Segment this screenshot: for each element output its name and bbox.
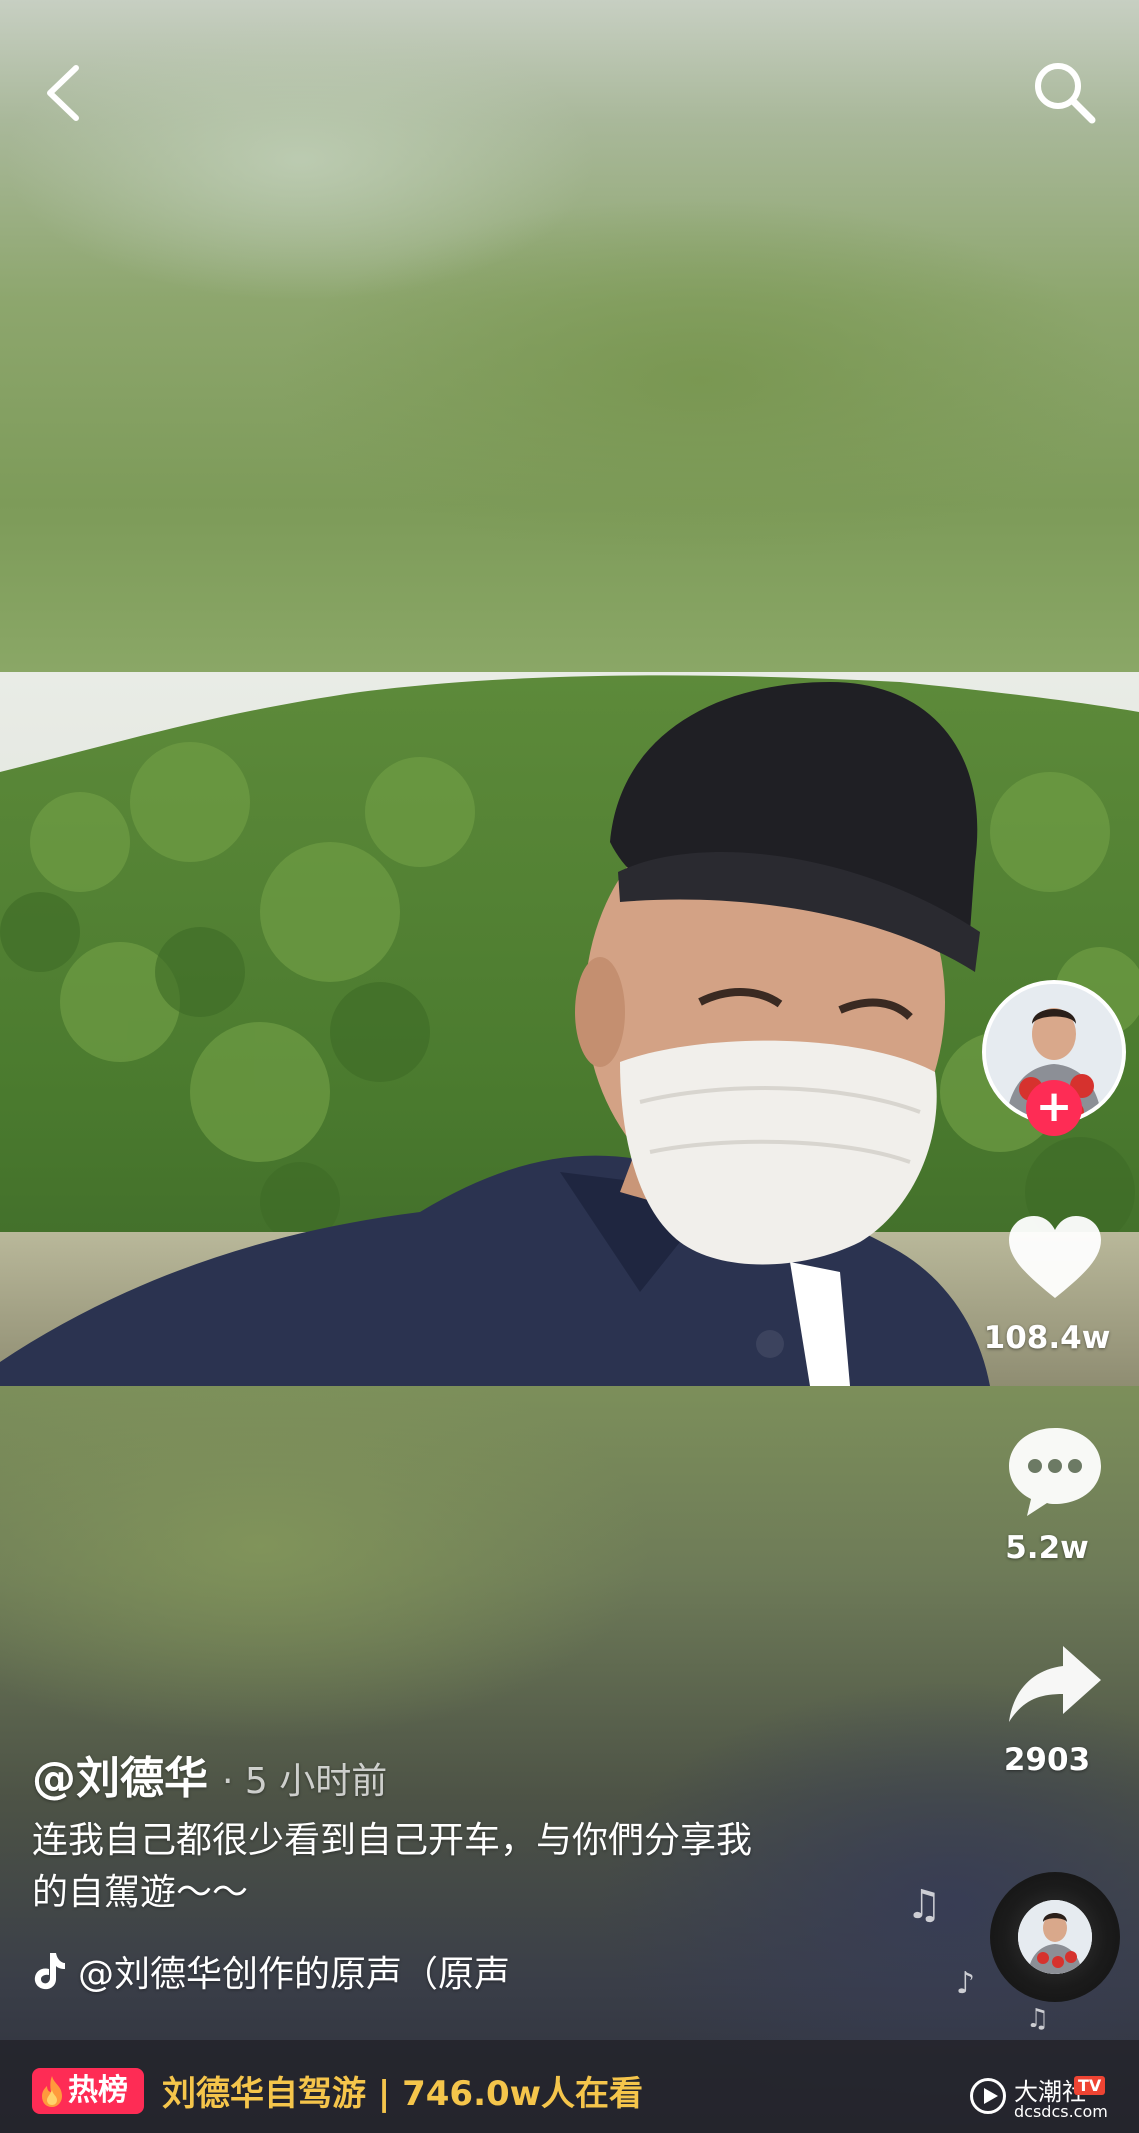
hot-topic-text[interactable]: 刘德华自驾游 | 746.0w人在看 <box>162 2066 643 2115</box>
author-line: @刘德华 · 5 小时前 <box>32 1742 387 1804</box>
caption-line-2: 的自駕遊～～ <box>32 1872 249 1913</box>
post-time: · 5 小时前 <box>222 1761 388 1802</box>
like-count: 108.4w <box>983 1320 1111 1356</box>
watermark-tv: TV <box>1074 2076 1106 2095</box>
music-disc[interactable] <box>990 1872 1120 2002</box>
hot-list-badge: 热榜 <box>32 2068 144 2114</box>
hot-badge-label: 热榜 <box>68 2073 128 2108</box>
floating-music-note-icon: ♫ <box>1026 2004 1050 2034</box>
video-player[interactable] <box>0 672 1139 1386</box>
hot-list-bar[interactable]: 热榜 刘德华自驾游 | 746.0w人在看 <box>0 2040 1139 2133</box>
tiktok-note-icon <box>34 1953 65 1990</box>
back-icon[interactable] <box>36 58 92 128</box>
heart-icon[interactable] <box>1005 1210 1105 1310</box>
music-line[interactable]: @刘德华创作的原声（原声 <box>32 1945 612 2001</box>
blurred-background-top <box>0 0 1139 672</box>
disc-avatar-image <box>1018 1900 1092 1974</box>
search-icon[interactable] <box>1030 58 1100 128</box>
watermark-url: dcsdcs.com <box>1014 2102 1108 2121</box>
author-avatar-group[interactable]: + <box>982 980 1126 1150</box>
floating-music-note-icon: ♫ <box>906 1882 942 1928</box>
play-circle-icon <box>970 2078 1006 2114</box>
caption-line-1: 连我自己都很少看到自己开车，与你們分享我 <box>32 1820 753 1861</box>
comment-bubble-icon[interactable] <box>1005 1420 1105 1520</box>
video-frame-image <box>0 672 1139 1386</box>
music-title: @刘德华创作的原声（原声 <box>78 1954 511 1995</box>
video-caption[interactable]: 连我自己都很少看到自己开车，与你們分享我 的自駕遊～～ <box>32 1815 892 1919</box>
floating-music-note-icon: ♪ <box>956 1966 976 2001</box>
flame-icon <box>42 2076 62 2107</box>
disc-avatar <box>1018 1900 1092 1974</box>
watermark-logo: 大潮社 TV dcsdcs.com <box>970 2072 1120 2122</box>
share-arrow-icon[interactable] <box>1005 1640 1105 1730</box>
comment-count: 5.2w <box>1005 1530 1089 1566</box>
follow-plus-button[interactable]: + <box>1026 1080 1082 1136</box>
share-count: 2903 <box>1003 1742 1091 1778</box>
author-name[interactable]: @刘德华 <box>32 1753 208 1804</box>
